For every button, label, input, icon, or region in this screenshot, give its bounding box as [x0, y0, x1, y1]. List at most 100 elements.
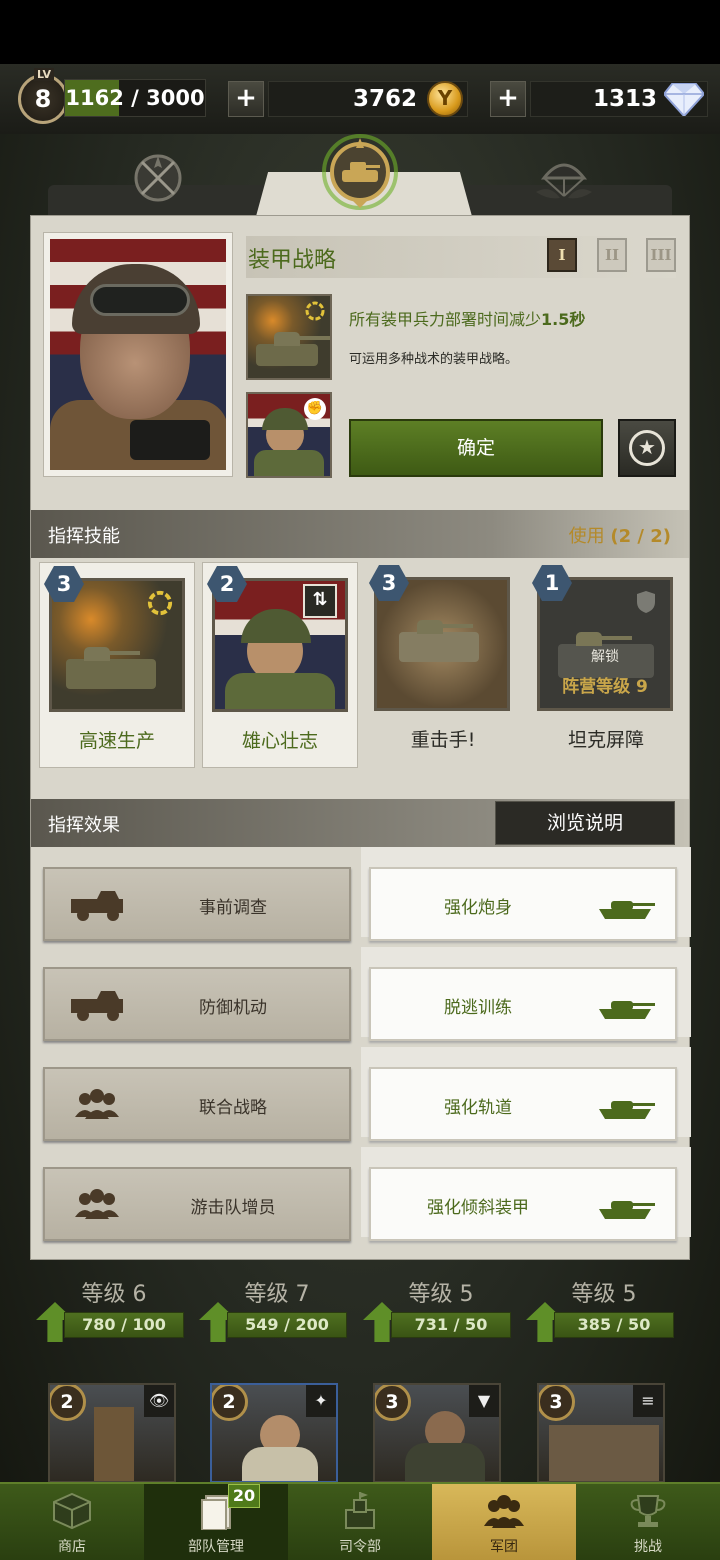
tank-icon: [599, 1201, 655, 1219]
unit-card-bunker[interactable]: 3 ≡: [537, 1383, 665, 1483]
skill-name: 高速生产: [78, 730, 155, 752]
effect-left-label: 防御机动: [199, 998, 267, 1018]
doctrine-skill-thumb-morale[interactable]: ✊: [246, 392, 332, 478]
nav-challenge[interactable]: 挑战: [576, 1484, 720, 1560]
effect-right-option[interactable]: 强化倾斜装甲: [369, 1167, 677, 1241]
tier-3-button[interactable]: III: [646, 238, 676, 272]
nav-legion[interactable]: 军团: [432, 1484, 576, 1560]
lock-requirement: 阵营等级 9: [562, 677, 648, 697]
tab-airborne[interactable]: [530, 146, 598, 214]
diamond-amount: 1313: [592, 86, 657, 112]
bottom-navigation: 商店 20 部队管理 司令部 军团 挑战: [0, 1482, 720, 1560]
armor-tank-emblem-icon: [322, 134, 398, 210]
tier-1-button[interactable]: I: [547, 238, 577, 272]
gold-coin-icon: Y: [427, 81, 463, 117]
level-badge[interactable]: LV 8: [18, 68, 68, 124]
effect-row: 事前调查 强化炮身: [31, 847, 691, 941]
effect-left-label: 游击队增员: [190, 1198, 276, 1218]
game-screen: LV 8 1162 / 3000 + 3762 Y + 1313 装甲战略 I …: [0, 0, 720, 1560]
tab-infantry[interactable]: [126, 146, 190, 210]
unit-card-progress: 385 / 50: [554, 1312, 674, 1338]
tie-icon: ▼: [469, 1385, 499, 1417]
skill-card-heavy-hitter[interactable]: 3 重击手!: [365, 562, 521, 768]
usage-count: (2 / 2): [610, 526, 671, 547]
star-icon: ★: [629, 430, 665, 466]
effect-right-option[interactable]: 强化炮身: [369, 867, 677, 941]
doctrine-skill-thumb-production[interactable]: [246, 294, 332, 380]
effect-row: 防御机动 脱逃训练: [31, 947, 691, 1041]
gear-cycle-icon: [147, 590, 173, 616]
tier-2-button[interactable]: II: [597, 238, 627, 272]
nav-label: 挑战: [634, 1539, 662, 1555]
effect-right-label: 强化炮身: [444, 898, 512, 918]
card-count: 385 / 50: [577, 1315, 651, 1334]
unit-level-card[interactable]: 等级 7 549 / 200: [199, 1262, 347, 1342]
effect-left-option[interactable]: 事前调查: [43, 867, 351, 941]
nav-headquarters[interactable]: 司令部: [288, 1484, 432, 1560]
unit-card-officer[interactable]: 3 ▼: [373, 1383, 501, 1483]
grenade-icon: ✦: [306, 1385, 336, 1417]
jeep-icon: [71, 991, 123, 1021]
tank-icon: [599, 901, 655, 919]
crossed-rifles-icon: [134, 154, 182, 202]
nav-label: 商店: [58, 1539, 86, 1555]
unit-card-watchtower[interactable]: 2 👁: [48, 1383, 176, 1483]
effect-left-label: 事前调查: [199, 898, 267, 918]
unit-level-card[interactable]: 等级 5 731 / 50: [363, 1262, 511, 1342]
nav-label: 军团: [490, 1539, 518, 1555]
skill-name: 重击手!: [410, 729, 476, 751]
effect-right-label: 强化倾斜装甲: [427, 1198, 529, 1218]
unit-card-progress: 731 / 50: [391, 1312, 511, 1338]
commander-portrait[interactable]: [43, 232, 233, 477]
unit-level-card[interactable]: 等级 6 780 / 100: [36, 1262, 184, 1342]
skill-card-tank-barrier-locked[interactable]: 解锁 阵营等级 9 1 坦克屏障: [528, 562, 684, 768]
card-count: 731 / 50: [414, 1315, 488, 1334]
card-count: 549 / 200: [245, 1315, 329, 1334]
nav-troop-management[interactable]: 20 部队管理: [144, 1484, 288, 1560]
nav-label: 司令部: [339, 1539, 381, 1555]
unit-rank-badge: 2: [50, 1385, 86, 1421]
doctrine-description: 可运用多种战术的装甲战略。: [349, 352, 519, 367]
unit-card-grenadier[interactable]: 2 ✦: [210, 1383, 338, 1483]
command-skills-header: 指挥技能 使用 (2 / 2): [31, 510, 689, 558]
fist-icon: ✊: [304, 398, 326, 420]
unit-level-card[interactable]: 等级 5 385 / 50: [526, 1262, 674, 1342]
skill-name: 雄心壮志: [241, 730, 318, 752]
squad-icon: [75, 1189, 119, 1219]
tab-armor[interactable]: [318, 130, 402, 214]
effect-right-label: 强化轨道: [444, 1098, 512, 1118]
skill-usage: 使用 (2 / 2): [569, 522, 671, 548]
shop-crate-icon: [53, 1492, 91, 1530]
favorite-button[interactable]: ★: [618, 419, 676, 477]
unit-level: 等级 7: [244, 1282, 310, 1307]
list-icon: ≡: [633, 1385, 663, 1417]
nav-label: 部队管理: [188, 1539, 244, 1555]
swap-skill-button[interactable]: ⇅: [303, 584, 337, 618]
effect-left-option[interactable]: 防御机动: [43, 967, 351, 1041]
gear-cycle-icon: [305, 301, 325, 321]
tank-icon: [599, 1101, 655, 1119]
card-count: 780 / 100: [82, 1315, 166, 1334]
tank-icon: [599, 1001, 655, 1019]
confirm-button[interactable]: 确定: [349, 419, 603, 477]
effect-left-option[interactable]: 游击队增员: [43, 1167, 351, 1241]
nav-shop[interactable]: 商店: [0, 1484, 144, 1560]
diamond-icon: [664, 83, 704, 116]
troop-count-badge: 20: [228, 1484, 260, 1508]
unit-level: 等级 6: [81, 1282, 147, 1307]
effect-right-option[interactable]: 脱逃训练: [369, 967, 677, 1041]
unit-card-progress: 780 / 100: [64, 1312, 184, 1338]
usage-label: 使用: [568, 526, 605, 547]
add-gold-button[interactable]: +: [228, 81, 264, 117]
eye-icon: 👁: [144, 1385, 174, 1417]
skill-card-rapid-production[interactable]: 3 高速生产: [39, 562, 195, 768]
add-diamond-button[interactable]: +: [490, 81, 526, 117]
lock-title: 解锁: [591, 649, 619, 665]
effect-right-option[interactable]: 强化轨道: [369, 1067, 677, 1141]
effect-left-label: 联合战略: [199, 1098, 267, 1118]
browse-description-button[interactable]: 浏览说明: [495, 801, 675, 845]
effect-prefix: 所有装甲兵力部署时间减少: [349, 310, 542, 329]
effect-left-option[interactable]: 联合战略: [43, 1067, 351, 1141]
status-bar: [0, 0, 720, 64]
doctrine-panel: 装甲战略 I II III ⇅ ✊ 所有装甲兵力部署时间减少1.5秒 可运用多种…: [30, 215, 691, 1260]
